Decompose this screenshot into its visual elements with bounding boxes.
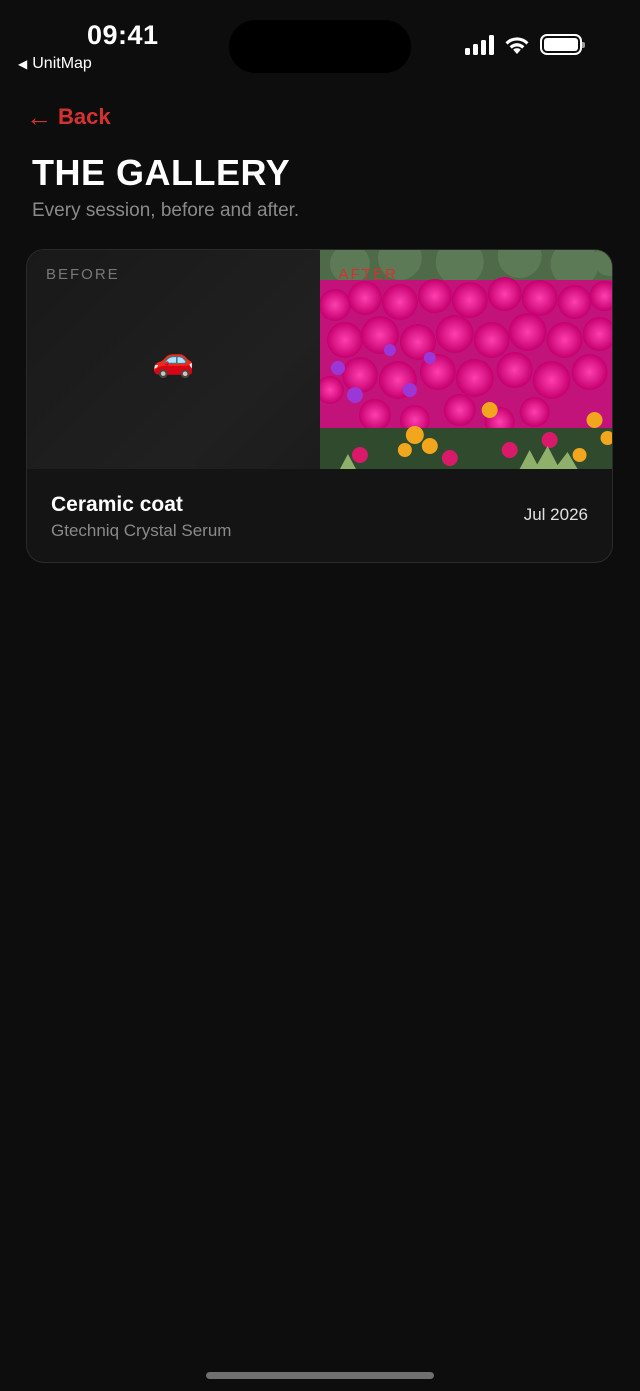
dynamic-island [229,20,411,73]
before-label: BEFORE [46,266,120,283]
home-indicator[interactable] [206,1372,434,1379]
before-pane: BEFORE 🚗 [27,250,320,469]
wifi-icon [505,36,529,54]
before-after-media: BEFORE 🚗 AFTER [27,250,612,469]
back-to-app-link[interactable]: ◀ UnitMap [18,55,92,73]
cellular-signal-icon [465,34,494,55]
back-triangle-icon: ◀ [18,57,28,71]
back-app-label: UnitMap [32,55,92,72]
left-arrow-icon: ← [26,102,52,132]
back-button[interactable]: ← Back [26,104,111,130]
after-label: AFTER [338,266,398,283]
status-icons [465,34,585,55]
card-info: Ceramic coat Gtechniq Crystal Serum Jul … [27,469,612,562]
after-pane: AFTER [319,250,612,469]
page-title: THE GALLERY [32,152,291,193]
card-subtitle: Gtechniq Crystal Serum [51,521,232,540]
gallery-card[interactable]: BEFORE 🚗 AFTER Ceramic coat Gtechniq Cry… [26,249,613,563]
status-time: 09:41 [87,20,159,50]
card-title: Ceramic coat [51,493,183,516]
car-icon: 🚗 [152,340,195,379]
back-button-label: Back [58,104,111,129]
card-date: Jul 2026 [523,505,588,524]
battery-icon [540,34,585,55]
page-subtitle: Every session, before and after. [32,200,300,221]
